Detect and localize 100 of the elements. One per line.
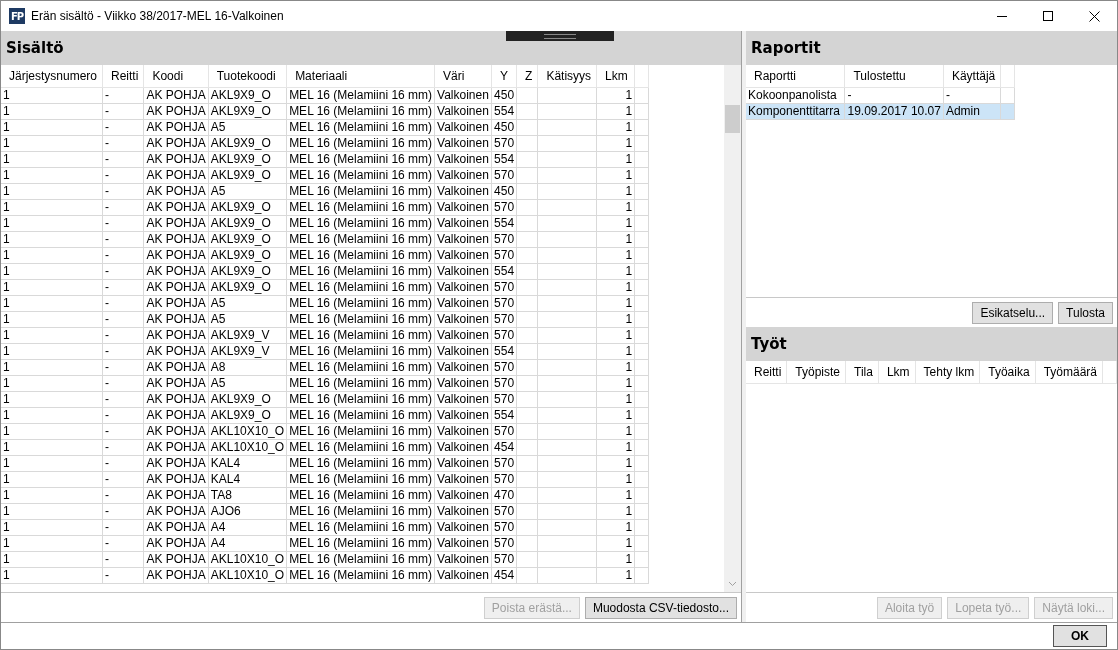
table-cell: 1 (1, 567, 103, 584)
table-cell: - (102, 359, 144, 376)
table-cell: AK POHJA (143, 311, 209, 328)
table-cell: MEL 16 (Melamiini 16 mm) (286, 183, 435, 200)
table-cell: MEL 16 (Melamiini 16 mm) (286, 551, 435, 568)
close-icon (1088, 10, 1100, 22)
column-header[interactable]: Z (516, 65, 538, 88)
table-cell: MEL 16 (Melamiini 16 mm) (286, 535, 435, 552)
table-cell: MEL 16 (Melamiini 16 mm) (286, 471, 435, 488)
table-cell: 1 (596, 407, 635, 424)
column-header[interactable]: Järjestysnumero (1, 65, 103, 88)
column-header[interactable]: Y (491, 65, 517, 88)
table-cell: AKL10X10_O (208, 567, 287, 584)
column-header[interactable]: Reitti (102, 65, 144, 88)
table-cell: 1 (596, 199, 635, 216)
table-cell: 1 (1, 359, 103, 376)
column-header[interactable]: Tuotekoodi (208, 65, 287, 88)
table-cell: 1 (596, 567, 635, 584)
column-header[interactable]: Materiaali (286, 65, 435, 88)
table-cell: MEL 16 (Melamiini 16 mm) (286, 295, 435, 312)
table-cell: 1 (596, 551, 635, 568)
table-cell: - (102, 295, 144, 312)
table-cell: AKL9X9_V (208, 343, 287, 360)
action-button[interactable]: Esikatselu... (972, 301, 1054, 324)
table-cell: KAL4 (208, 455, 287, 472)
table-cell: MEL 16 (Melamiini 16 mm) (286, 167, 435, 184)
app-logo: FP (9, 8, 25, 24)
table-cell: - (102, 87, 144, 104)
table-cell: 1 (596, 151, 635, 168)
column-header[interactable]: Raportti (746, 65, 845, 88)
table-cell: 1 (1, 183, 103, 200)
table-cell: AK POHJA (143, 135, 209, 152)
table-cell: MEL 16 (Melamiini 16 mm) (286, 423, 435, 440)
table-cell: 1 (596, 535, 635, 552)
table-cell: AKL9X9_O (208, 391, 287, 408)
table-cell: AKL10X10_O (208, 439, 287, 456)
column-header[interactable]: Kätisyys (537, 65, 597, 88)
table-cell: AKL10X10_O (208, 423, 287, 440)
table-cell: - (102, 311, 144, 328)
table-cell: - (102, 231, 144, 248)
table-cell: MEL 16 (Melamiini 16 mm) (286, 439, 435, 456)
table-cell: - (102, 103, 144, 120)
table-cell: - (102, 455, 144, 472)
chevron-down-icon[interactable] (728, 581, 737, 587)
table-cell: - (102, 263, 144, 280)
column-header[interactable]: Väri (434, 65, 492, 88)
table-row[interactable]: Kokoonpanolista - - (746, 87, 1015, 104)
column-header[interactable]: Koodi (143, 65, 209, 88)
table-cell: - (102, 151, 144, 168)
column-header[interactable]: Tulostettu (845, 65, 944, 88)
table-cell: - (102, 343, 144, 360)
scrollbar[interactable] (724, 65, 741, 592)
table-cell: 1 (1, 407, 103, 424)
table-cell: AK POHJA (143, 455, 209, 472)
column-header[interactable]: Käyttäjä (943, 65, 1001, 88)
table-cell: Valkoinen (434, 119, 492, 136)
table-cell: 1 (596, 359, 635, 376)
table-cell: 570 (491, 167, 517, 184)
table-row[interactable]: Komponenttitarra 19.09.2017 10.07 Admin (746, 103, 1015, 120)
table-cell: MEL 16 (Melamiini 16 mm) (286, 311, 435, 328)
ok-button[interactable]: OK (1053, 625, 1107, 647)
table-cell: A8 (208, 359, 287, 376)
table-cell: 1 (596, 439, 635, 456)
column-header[interactable]: Reitti (746, 360, 787, 383)
table-cell: - (102, 519, 144, 536)
table-cell: 1 (1, 295, 103, 312)
table-cell: A5 (208, 119, 287, 136)
splitter-handle[interactable] (506, 31, 614, 41)
table-cell: AK POHJA (143, 423, 209, 440)
table-cell: AK POHJA (143, 327, 209, 344)
table-cell: 570 (491, 359, 517, 376)
table-cell: 1 (1, 375, 103, 392)
action-button[interactable]: Muodosta CSV-tiedosto... (584, 597, 737, 619)
table-cell: MEL 16 (Melamiini 16 mm) (286, 151, 435, 168)
table-cell: A4 (208, 535, 287, 552)
action-button[interactable]: Tulosta (1058, 301, 1113, 324)
table-cell: 554 (491, 407, 517, 424)
table-cell: AK POHJA (143, 439, 209, 456)
table-cell: 1 (1, 551, 103, 568)
table-cell: MEL 16 (Melamiini 16 mm) (286, 247, 435, 264)
table-cell: 570 (491, 455, 517, 472)
table-cell: Valkoinen (434, 135, 492, 152)
table-cell: Valkoinen (434, 279, 492, 296)
table-cell: 1 (1, 311, 103, 328)
table-cell: 570 (491, 519, 517, 536)
table-cell: MEL 16 (Melamiini 16 mm) (286, 519, 435, 536)
table-cell: 1 (1, 439, 103, 456)
table-cell: AK POHJA (143, 167, 209, 184)
column-header[interactable]: Lkm (596, 65, 635, 88)
table-cell: - (102, 119, 144, 136)
table-cell: AK POHJA (143, 279, 209, 296)
table-cell: MEL 16 (Melamiini 16 mm) (286, 103, 435, 120)
scrollbar-thumb[interactable] (725, 105, 740, 133)
table-cell: A4 (208, 519, 287, 536)
table-cell: 570 (491, 247, 517, 264)
table-cell: Valkoinen (434, 439, 492, 456)
table-cell: AKL9X9_O (208, 231, 287, 248)
table-cell: 570 (491, 391, 517, 408)
table-cell: Valkoinen (434, 247, 492, 264)
table-cell: - (102, 279, 144, 296)
